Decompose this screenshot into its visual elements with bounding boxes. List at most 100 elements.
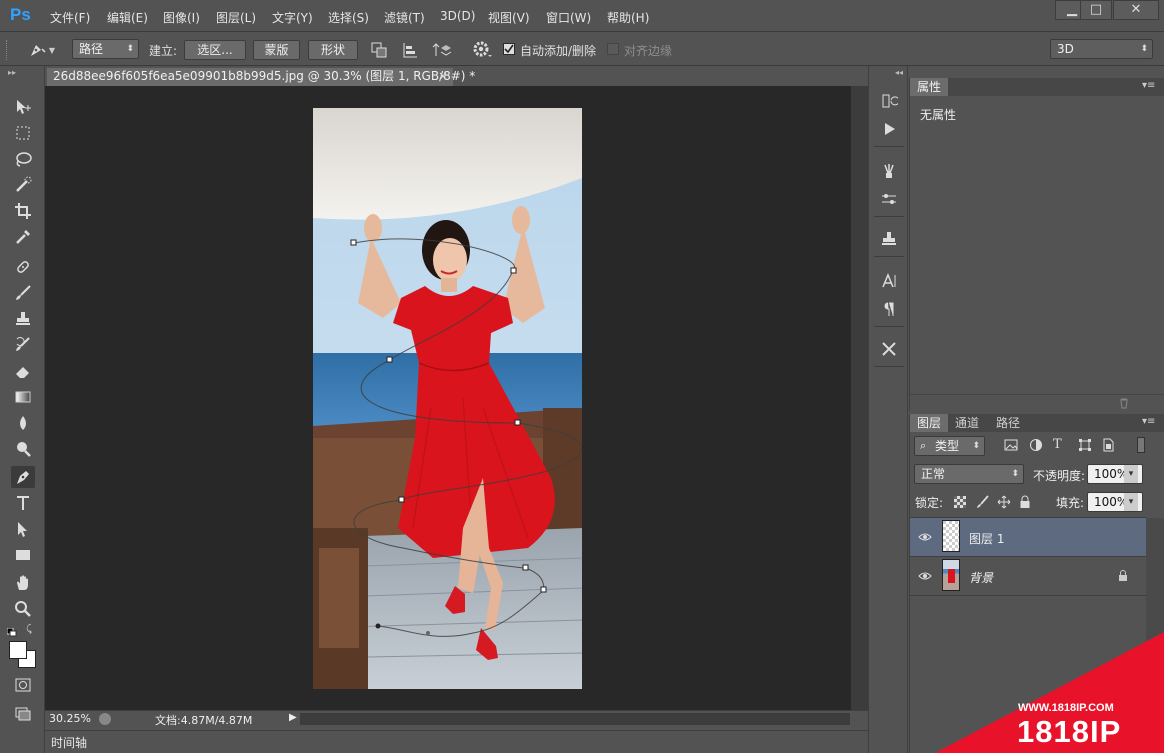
layer-thumbnail[interactable]: [942, 559, 960, 591]
panel-collapse-icon[interactable]: ▸▸: [8, 68, 16, 77]
filter-shape-icon[interactable]: [1078, 438, 1092, 452]
brush-presets-icon[interactable]: [877, 160, 901, 182]
menu-select[interactable]: 选择(S): [328, 9, 369, 26]
character-panel-icon[interactable]: [877, 270, 901, 292]
make-shape-button[interactable]: 形状: [308, 40, 358, 60]
vertical-scrollbar[interactable]: [851, 86, 868, 710]
crop-icon[interactable]: [11, 200, 35, 222]
layer-filter-dropdown[interactable]: ⌕ 类型 ⬍: [914, 436, 985, 456]
menu-layer[interactable]: 图层(L): [216, 9, 256, 26]
trash-icon[interactable]: [1118, 397, 1130, 409]
horizontal-scrollbar[interactable]: [300, 713, 850, 725]
rectangle-icon[interactable]: [11, 544, 35, 566]
dock-collapse-icon[interactable]: ◂◂: [895, 68, 903, 77]
blur-icon[interactable]: [11, 412, 35, 434]
eyedropper-icon[interactable]: [11, 226, 35, 248]
blend-mode-dropdown[interactable]: 正常 ⬍: [914, 464, 1024, 484]
quick-mask-icon[interactable]: [11, 674, 35, 696]
foreground-color-swatch[interactable]: [9, 641, 27, 659]
filter-smart-object-icon[interactable]: [1102, 438, 1116, 452]
lock-pixels-icon[interactable]: [976, 495, 990, 509]
history-panel-icon[interactable]: [877, 90, 901, 112]
tab-properties[interactable]: 属性: [910, 78, 949, 96]
path-mode-dropdown[interactable]: 路径 ⬍: [72, 39, 139, 59]
zoom-icon[interactable]: [11, 598, 35, 620]
layer-thumbnail[interactable]: [942, 520, 960, 552]
zoom-level[interactable]: 30.25%: [49, 712, 91, 725]
gradient-icon[interactable]: [11, 386, 35, 408]
tab-paths[interactable]: 路径: [989, 414, 1027, 432]
menu-window[interactable]: 窗口(W): [546, 9, 591, 26]
lock-transparency-icon[interactable]: [954, 496, 966, 508]
default-colors-icon[interactable]: [6, 626, 17, 637]
clone-source-icon[interactable]: [877, 228, 901, 250]
path-alignment-icon[interactable]: [401, 41, 419, 59]
path-arrangement-icon[interactable]: [432, 41, 452, 59]
menu-view[interactable]: 视图(V): [488, 9, 530, 26]
menu-edit[interactable]: 编辑(E): [107, 9, 148, 26]
auto-add-delete-checkbox[interactable]: [503, 43, 515, 55]
hand-icon[interactable]: [11, 572, 35, 594]
path-selection-icon[interactable]: [11, 518, 35, 540]
gear-icon[interactable]: [472, 40, 494, 60]
make-selection-button[interactable]: 选区...: [184, 40, 246, 60]
brush-icon[interactable]: [11, 282, 35, 304]
screen-mode-icon[interactable]: [11, 702, 35, 724]
tool-presets-icon[interactable]: [877, 338, 901, 360]
tool-preset-pen-icon[interactable]: ▼: [22, 39, 60, 61]
status-info-icon[interactable]: [99, 713, 111, 725]
layer-name[interactable]: 图层 1: [969, 530, 1004, 547]
make-mask-button[interactable]: 蒙版: [253, 40, 300, 60]
document-tab[interactable]: 26d88ee96f605f6ea5e09901b8b99d5.jpg @ 30…: [47, 68, 475, 86]
layers-panel-menu-icon[interactable]: ▾≡: [1142, 416, 1155, 427]
close-tab-icon[interactable]: ×: [438, 68, 448, 85]
fill-input[interactable]: 100% ▾: [1087, 492, 1143, 512]
layer-row-background[interactable]: 背景: [910, 557, 1146, 596]
tab-layers[interactable]: 图层: [910, 414, 949, 432]
actions-panel-icon[interactable]: [877, 118, 901, 140]
eye-icon[interactable]: [918, 531, 932, 541]
pen-icon[interactable]: [11, 466, 35, 488]
lock-all-icon[interactable]: [1019, 495, 1031, 509]
align-edges-checkbox[interactable]: [607, 43, 619, 55]
dodge-icon[interactable]: [11, 438, 35, 460]
close-button[interactable]: ✕: [1113, 0, 1159, 20]
path-operations-icon[interactable]: [370, 41, 388, 59]
menu-3d[interactable]: 3D(D): [440, 9, 475, 23]
lock-position-icon[interactable]: [997, 495, 1011, 509]
lasso-icon[interactable]: [11, 148, 35, 170]
history-brush-icon[interactable]: [11, 334, 35, 356]
move-icon[interactable]: [11, 96, 35, 118]
opacity-input[interactable]: 100% ▾: [1087, 464, 1143, 484]
brush-panel-icon[interactable]: [877, 188, 901, 210]
filter-pixel-icon[interactable]: [1004, 438, 1018, 452]
eye-icon[interactable]: [918, 570, 932, 580]
timeline-tab[interactable]: 时间轴: [51, 734, 87, 751]
healing-brush-icon[interactable]: [11, 256, 35, 278]
filter-toggle-switch[interactable]: [1137, 437, 1145, 453]
workspace-dropdown[interactable]: 3D ⬍: [1050, 39, 1153, 59]
layer-row-layer1[interactable]: 图层 1: [910, 518, 1146, 557]
maximize-button[interactable]: □: [1080, 0, 1112, 20]
swap-colors-icon[interactable]: ⤹: [26, 624, 32, 635]
status-menu-arrow-icon[interactable]: ▶: [289, 712, 297, 723]
menu-filter[interactable]: 滤镜(T): [384, 9, 425, 26]
menu-file[interactable]: 文件(F): [50, 9, 90, 26]
type-icon[interactable]: [11, 492, 35, 514]
color-swatches[interactable]: [8, 640, 38, 670]
tab-channels[interactable]: 通道: [948, 414, 986, 432]
filter-adjustment-icon[interactable]: [1029, 438, 1043, 452]
menu-image[interactable]: 图像(I): [163, 9, 200, 26]
document-canvas[interactable]: [313, 108, 582, 689]
clone-stamp-icon[interactable]: [11, 308, 35, 330]
panel-menu-icon[interactable]: ▾≡: [1142, 80, 1155, 91]
quick-selection-icon[interactable]: [11, 174, 35, 196]
paragraph-panel-icon[interactable]: [877, 298, 901, 320]
canvas-area[interactable]: [45, 86, 851, 710]
layer-name[interactable]: 背景: [969, 569, 993, 586]
timeline-panel[interactable]: 时间轴: [45, 730, 868, 753]
filter-type-icon[interactable]: T: [1053, 437, 1062, 452]
grip-handle[interactable]: [6, 40, 9, 60]
marquee-icon[interactable]: [11, 122, 35, 144]
menu-type[interactable]: 文字(Y): [272, 9, 313, 26]
